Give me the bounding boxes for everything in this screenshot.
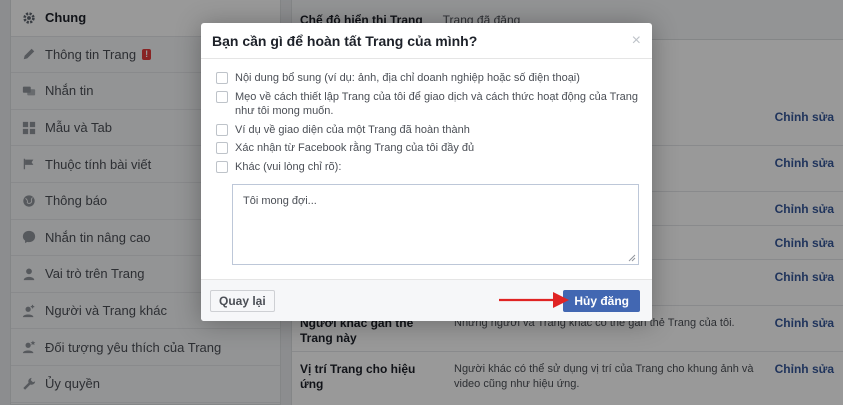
checkbox[interactable] [216, 142, 228, 154]
other-reason-textarea[interactable]: Tôi mong đợi... [232, 184, 639, 265]
option-label: Ví dụ về giao diện của một Trang đã hoàn… [235, 123, 470, 136]
textarea-placeholder: Tôi mong đợi... [243, 195, 317, 207]
resize-handle-icon[interactable] [628, 254, 636, 262]
unpublish-feedback-dialog: Bạn cần gì để hoàn tất Trang của mình? ×… [201, 23, 652, 321]
checkbox[interactable] [216, 123, 228, 136]
checkbox[interactable] [216, 72, 228, 84]
red-arrow-icon [499, 292, 569, 308]
back-button[interactable]: Quay lại [210, 290, 275, 312]
option-label: Mẹo về cách thiết lập Trang của tôi để g… [235, 90, 639, 118]
close-icon[interactable]: × [632, 33, 641, 49]
option-setup-tips[interactable]: Mẹo về cách thiết lập Trang của tôi để g… [216, 90, 640, 119]
option-additional-content[interactable]: Nội dung bổ sung (ví dụ: ảnh, địa chỉ do… [216, 71, 640, 86]
option-other[interactable]: Khác (vui lòng chỉ rõ): [216, 160, 640, 175]
feedback-options: Nội dung bổ sung (ví dụ: ảnh, địa chỉ do… [201, 59, 652, 174]
option-label: Xác nhận từ Facebook rằng Trang của tôi … [235, 142, 475, 154]
unpublish-button[interactable]: Hủy đăng [563, 290, 640, 312]
dialog-footer: Quay lại Hủy đăng [201, 279, 652, 321]
dialog-title: Bạn cần gì để hoàn tất Trang của mình? [201, 23, 652, 59]
checkbox[interactable] [216, 90, 228, 103]
checkbox[interactable] [216, 160, 228, 173]
option-label: Nội dung bổ sung (ví dụ: ảnh, địa chỉ do… [235, 72, 580, 84]
option-facebook-confirmation[interactable]: Xác nhận từ Facebook rằng Trang của tôi … [216, 141, 640, 156]
option-finished-example[interactable]: Ví dụ về giao diện của một Trang đã hoàn… [216, 123, 640, 138]
option-label: Khác (vui lòng chỉ rõ): [235, 160, 342, 173]
